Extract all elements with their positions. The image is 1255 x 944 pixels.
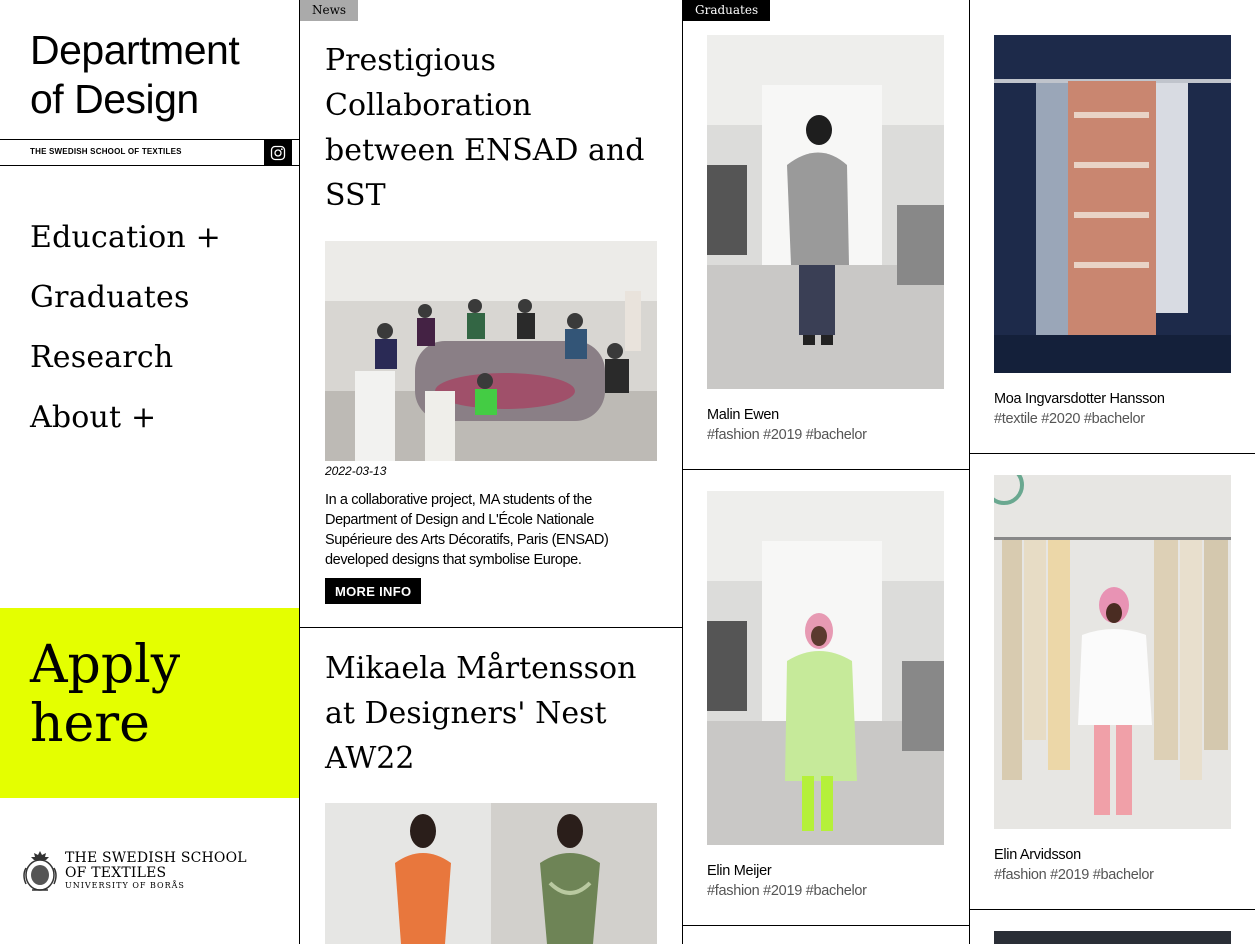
grad-divider bbox=[970, 453, 1255, 454]
nav-research[interactable]: Research bbox=[30, 328, 221, 388]
nav-about[interactable]: About + bbox=[30, 388, 221, 448]
graduates-column-1: Graduates Malin Ewen #fashion #2019 #bac… bbox=[683, 0, 970, 944]
apply-label: Apply here bbox=[30, 636, 180, 754]
site-title[interactable]: Department of Design bbox=[30, 26, 240, 124]
more-info-button[interactable]: MORE INFO bbox=[325, 578, 422, 604]
graduate-name[interactable]: Malin Ewen bbox=[707, 407, 779, 423]
graduate-tags[interactable]: #fashion #2019 #bachelor bbox=[994, 867, 1154, 883]
crest-icon bbox=[23, 851, 57, 891]
news-excerpt-1: In a collaborative project, MA students … bbox=[325, 492, 609, 568]
graduate-name[interactable]: Elin Meijer bbox=[707, 863, 772, 879]
nav-education[interactable]: Education + bbox=[30, 208, 221, 268]
graduate-tags[interactable]: #fashion #2019 #bachelor bbox=[707, 883, 867, 899]
news-image-1[interactable] bbox=[325, 241, 657, 461]
graduates-column-2: Moa Ingvarsdotter Hansson #textile #2020… bbox=[970, 0, 1255, 944]
graduate-image-malin-ewen[interactable] bbox=[707, 35, 944, 389]
subtitle-bar: THE SWEDISH SCHOOL OF TEXTILES bbox=[0, 139, 299, 166]
graduate-tags[interactable]: #textile #2020 #bachelor bbox=[994, 411, 1145, 427]
grad-divider bbox=[683, 925, 969, 926]
sidebar: Department of Design THE SWEDISH SCHOOL … bbox=[0, 0, 300, 944]
grad-divider bbox=[970, 909, 1255, 910]
graduate-image-elin-arvidsson[interactable] bbox=[994, 475, 1231, 829]
graduate-name[interactable]: Moa Ingvarsdotter Hansson bbox=[994, 391, 1165, 407]
graduate-name[interactable]: Elin Arvidsson bbox=[994, 847, 1081, 863]
instagram-icon[interactable] bbox=[264, 140, 292, 165]
site-title-line1: Department bbox=[30, 27, 240, 73]
apply-line1: Apply bbox=[30, 635, 181, 695]
logo-line3: UNIVERSITY OF BORÅS bbox=[65, 881, 185, 890]
news-date-1: 2022-03-13 bbox=[325, 464, 387, 478]
graduates-tag: Graduates bbox=[683, 0, 771, 21]
apply-here-button[interactable]: Apply here bbox=[0, 608, 299, 798]
news-image-2[interactable] bbox=[325, 803, 657, 944]
graduate-image-elin-meijer[interactable] bbox=[707, 491, 944, 845]
logo-line1: THE SWEDISH SCHOOL bbox=[65, 850, 247, 866]
school-subtitle: THE SWEDISH SCHOOL OF TEXTILES bbox=[30, 147, 182, 156]
grad-divider bbox=[683, 469, 969, 470]
graduate-tags[interactable]: #fashion #2019 #bachelor bbox=[707, 427, 867, 443]
main-nav: Education + Graduates Research About + bbox=[30, 208, 221, 448]
site-title-line2: of Design bbox=[30, 76, 199, 122]
graduate-image-moa-ingvarsdotter-hansson[interactable] bbox=[994, 35, 1231, 373]
graduate-image-next[interactable] bbox=[994, 931, 1231, 944]
news-column: News Prestigious Collaboration between E… bbox=[300, 0, 683, 944]
nav-graduates[interactable]: Graduates bbox=[30, 268, 221, 328]
university-logo[interactable]: THE SWEDISH SCHOOL OF TEXTILES UNIVERSIT… bbox=[20, 848, 247, 894]
news-tag: News bbox=[300, 0, 359, 21]
apply-line2: here bbox=[30, 694, 150, 754]
news-title-1[interactable]: Prestigious Collaboration between ENSAD … bbox=[325, 38, 655, 218]
news-divider bbox=[300, 627, 682, 628]
logo-line2: OF TEXTILES bbox=[65, 865, 167, 881]
news-title-2[interactable]: Mikaela Mårtensson at Designers' Nest AW… bbox=[325, 646, 655, 781]
